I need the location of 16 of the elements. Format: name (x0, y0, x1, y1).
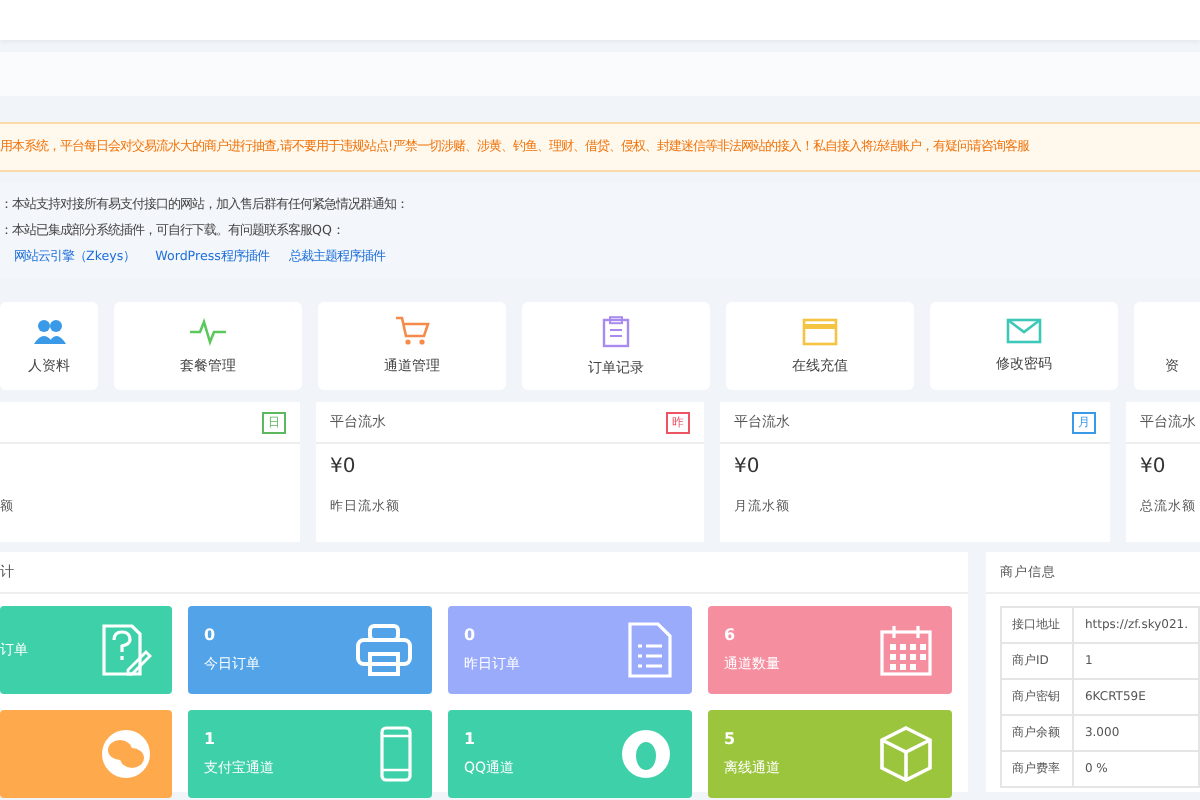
question-note-icon (100, 622, 152, 678)
clipboard-icon (602, 315, 630, 347)
printer-icon (356, 624, 412, 676)
cube-icon (880, 726, 932, 782)
chat-icon (100, 728, 152, 780)
phone-icon (380, 726, 412, 782)
card-icon (802, 317, 838, 345)
cart-icon (394, 316, 430, 346)
stat-value: ¥0 (330, 456, 358, 482)
pulse-icon (190, 317, 226, 345)
calendar-icon (880, 624, 932, 676)
document-icon (628, 622, 672, 678)
stat-value: ¥0 (734, 456, 762, 482)
stat-value: ¥0 (1140, 456, 1168, 482)
envelope-icon (1006, 318, 1042, 344)
users-icon (33, 317, 65, 345)
